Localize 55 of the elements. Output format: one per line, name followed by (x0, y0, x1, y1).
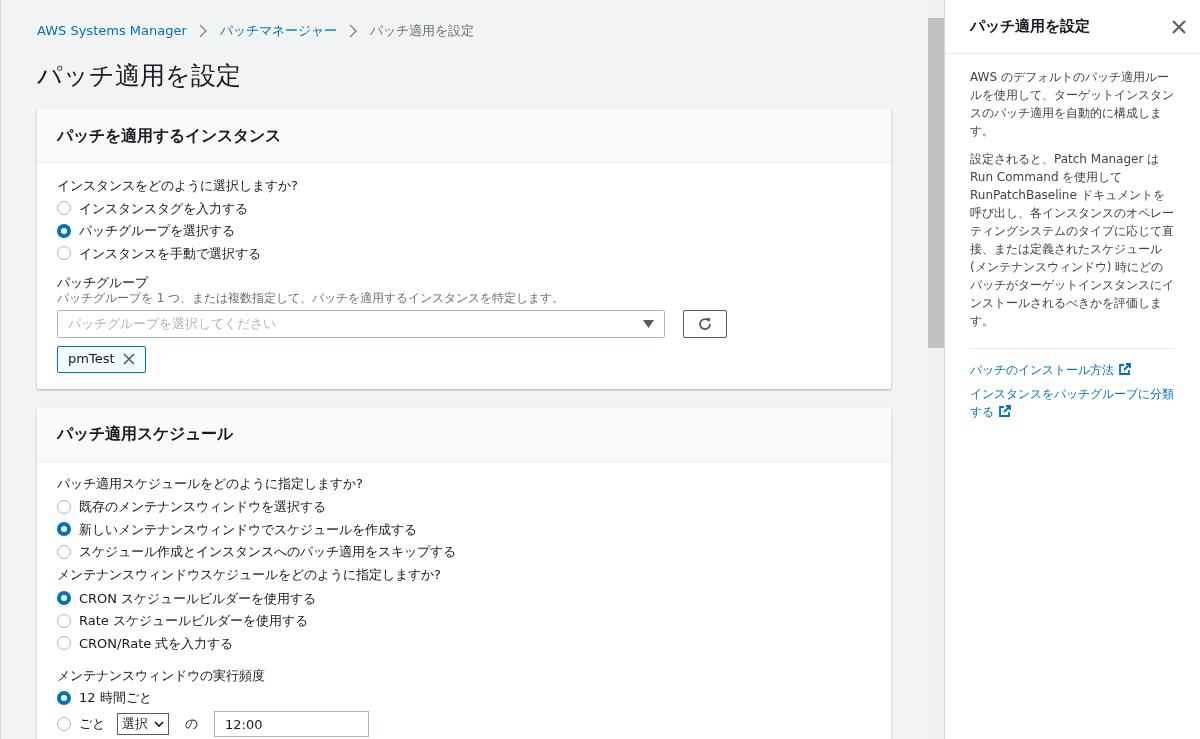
radio-button[interactable] (57, 522, 71, 537)
radio-label[interactable]: スケジュール作成とインスタンスへのパッチ適用をスキップする (79, 542, 456, 562)
radio-label[interactable]: 12 時間ごと (79, 688, 152, 708)
question-label: パッチ適用スケジュールをどのように指定しますか? (57, 474, 364, 493)
help-link[interactable]: パッチのインストール方法 (970, 361, 1175, 379)
help-paragraph: AWS のデフォルトのパッチ適用ルールを使用して、ターゲットインスタンスのパッチ適用を自動的に構成します。 (970, 69, 1175, 140)
chevron-right-icon (348, 24, 358, 38)
question-label: メンテナンスウィンドウスケジュールをどのように指定しますか? (57, 566, 442, 584)
card-header: パッチを適用するインスタンス (37, 109, 891, 163)
refresh-button[interactable] (683, 309, 727, 338)
radio-label[interactable]: CRON/Rate 式を入力する (79, 633, 234, 653)
caret-icon (643, 319, 654, 328)
radio-label[interactable]: インスタンスタグを入力する (79, 198, 248, 218)
radio-button[interactable] (57, 246, 71, 261)
radio-label[interactable]: ごと (79, 714, 105, 734)
page-title: パッチ適用を設定 (37, 62, 242, 90)
time-input[interactable]: 12:00 (214, 711, 369, 737)
scrollbar[interactable] (928, 0, 944, 739)
help-paragraph: 設定されると、Patch Manager は Run Command を使用して RunPatchBaseline ドキュメントを呼び出し、各インスタンスのオペレーティングシステムのタイプに応じて直接、または定義されたスケジュール (メンテナンスウィンドウ) 時にどのパッチがターゲットインスタンスにインストールされるべきかを評価します。 (970, 151, 1175, 330)
close-icon[interactable] (1172, 19, 1186, 34)
help-panel-title: パッチ適用を設定 (970, 16, 1090, 38)
radio-button[interactable] (57, 499, 71, 514)
breadcrumb-link[interactable]: パッチマネージャー (219, 21, 337, 41)
field-description: パッチグループを 1 つ、または複数指定して、パッチを適用するインスタンスを特定します。 (57, 290, 566, 306)
question-label: インスタンスをどのように選択しますか? (57, 177, 299, 195)
radio-label[interactable]: 新しいメンテナンスウィンドウでスケジュールを作成する (79, 519, 417, 539)
radio-button[interactable] (57, 544, 71, 559)
refresh-icon (697, 315, 713, 332)
token-label: pmTest (68, 350, 115, 369)
radio-label[interactable]: 既存のメンテナンスウィンドウを選択する (79, 497, 326, 517)
field-label: メンテナンスウィンドウの実行頻度 (57, 666, 266, 685)
radio-label[interactable]: Rate スケジュールビルダーを使用する (79, 611, 308, 631)
card-header: パッチ適用スケジュール (37, 407, 891, 462)
chevron-down-icon (154, 720, 164, 728)
radio-button[interactable] (57, 613, 71, 628)
external-link-icon (997, 405, 1011, 418)
field-label: パッチグループ (57, 274, 150, 291)
radio-button[interactable] (57, 636, 71, 651)
help-link[interactable]: インスタンスをパッチグループに分類する (970, 385, 1175, 421)
chevron-right-icon (198, 24, 208, 38)
breadcrumb-current: パッチ適用を設定 (369, 22, 474, 41)
interval-select[interactable]: 選択 (117, 713, 169, 735)
remove-icon[interactable] (122, 353, 135, 365)
connector-label: の (185, 715, 198, 734)
radio-button[interactable] (57, 717, 71, 731)
radio-button[interactable] (57, 690, 71, 705)
scrollbar-thumb[interactable] (928, 18, 944, 348)
radio-button[interactable] (57, 201, 71, 216)
breadcrumb-link[interactable]: AWS Systems Manager (37, 21, 187, 41)
external-link-icon (1117, 363, 1131, 376)
radio-button[interactable] (57, 591, 71, 606)
radio-button[interactable] (57, 223, 71, 238)
radio-label[interactable]: インスタンスを手動で選択する (79, 243, 261, 263)
radio-label[interactable]: CRON スケジュールビルダーを使用する (79, 588, 317, 608)
radio-label[interactable]: パッチグループを選択する (79, 221, 235, 241)
